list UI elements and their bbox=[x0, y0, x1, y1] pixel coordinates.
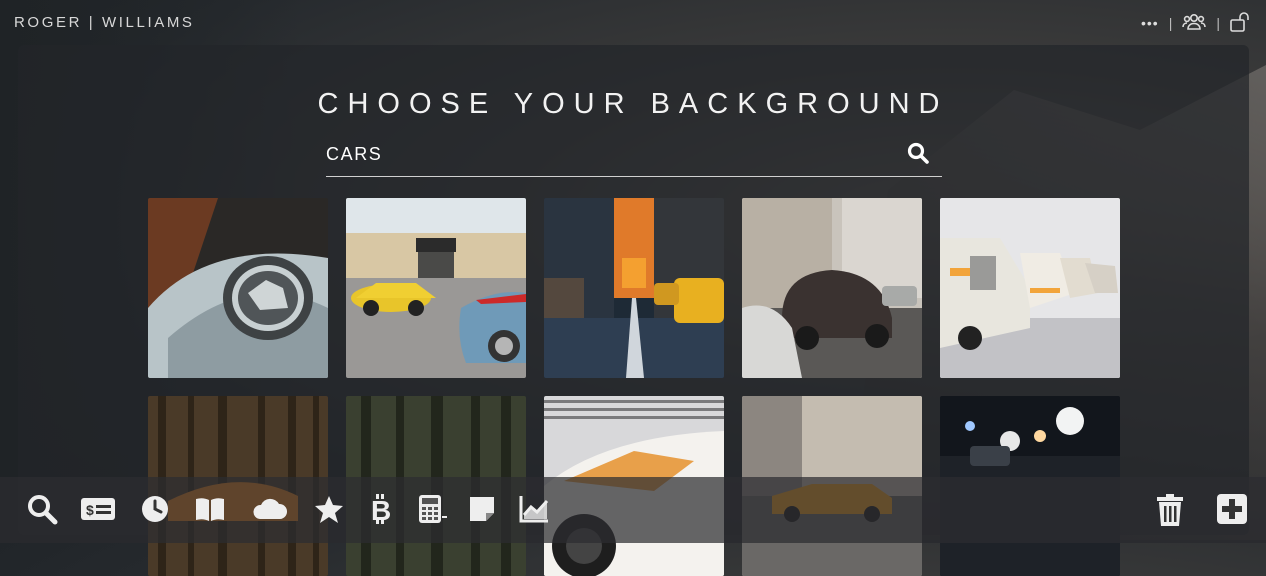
chart-line-icon[interactable] bbox=[518, 493, 550, 525]
plus-square-icon[interactable] bbox=[1216, 493, 1248, 525]
search-icon[interactable] bbox=[26, 493, 58, 525]
background-thumbnail[interactable] bbox=[940, 198, 1120, 378]
top-bar: ROGER | WILLIAMS ••• | | bbox=[0, 0, 1266, 45]
unlock-icon[interactable] bbox=[1230, 11, 1252, 35]
separator: | bbox=[1168, 15, 1173, 31]
background-thumbnail[interactable] bbox=[148, 198, 328, 378]
users-icon[interactable] bbox=[1182, 12, 1207, 35]
background-thumbnail[interactable] bbox=[346, 198, 526, 378]
clock-icon[interactable] bbox=[140, 493, 172, 525]
top-icons: ••• | | bbox=[1141, 11, 1252, 35]
search-input[interactable] bbox=[326, 137, 896, 171]
cloud-icon[interactable] bbox=[252, 493, 288, 525]
search-icon[interactable] bbox=[906, 141, 930, 165]
svg-text:$: $ bbox=[86, 502, 94, 518]
calculator-icon[interactable] bbox=[416, 493, 448, 525]
star-icon[interactable] bbox=[313, 493, 345, 525]
id-card-icon[interactable]: $ bbox=[80, 493, 116, 525]
separator: | bbox=[1216, 15, 1220, 31]
dialog-title: CHOOSE YOUR BACKGROUND bbox=[317, 88, 949, 120]
search-bar bbox=[326, 137, 942, 177]
sticky-note-icon[interactable] bbox=[466, 493, 498, 525]
taskbar bbox=[0, 477, 1266, 543]
trash-icon[interactable] bbox=[1154, 493, 1186, 526]
brand-name: ROGER | WILLIAMS bbox=[14, 14, 195, 31]
more-menu-icon[interactable]: ••• bbox=[1141, 15, 1159, 31]
background-thumbnail[interactable] bbox=[742, 198, 922, 378]
bitcoin-icon[interactable]: B bbox=[366, 493, 398, 526]
book-icon[interactable] bbox=[194, 493, 226, 525]
background-thumbnail[interactable] bbox=[544, 198, 724, 378]
